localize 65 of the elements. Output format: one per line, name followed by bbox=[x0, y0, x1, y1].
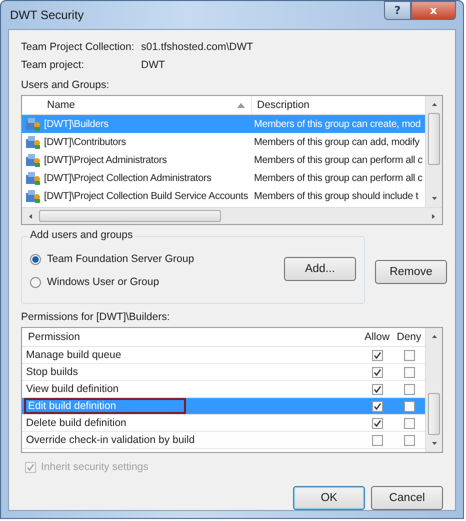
window-title: DWT Security bbox=[9, 8, 84, 22]
permission-name: Override check-in validation by build bbox=[25, 433, 196, 448]
permission-name: Delete build definition bbox=[25, 416, 128, 431]
scroll-up-icon[interactable] bbox=[432, 103, 437, 106]
remove-button[interactable]: Remove bbox=[375, 260, 447, 284]
group-icon bbox=[25, 189, 41, 203]
permission-row[interactable]: Delete build definition bbox=[22, 415, 425, 432]
permission-row[interactable]: Stop builds bbox=[22, 364, 425, 381]
scroll-thumb[interactable] bbox=[428, 393, 440, 435]
vertical-scrollbar[interactable] bbox=[425, 328, 442, 452]
permission-name: View build definition bbox=[25, 382, 120, 397]
deny-checkbox[interactable] bbox=[404, 366, 414, 378]
allow-checkbox[interactable] bbox=[372, 384, 382, 394]
group-icon bbox=[25, 171, 41, 185]
deny-checkbox[interactable] bbox=[404, 400, 414, 412]
scroll-right-icon[interactable] bbox=[432, 214, 435, 219]
permission-row[interactable]: Manage build queue bbox=[22, 347, 425, 364]
scroll-up-icon[interactable] bbox=[432, 335, 437, 338]
info-value: DWT bbox=[141, 59, 166, 71]
column-header: Permission bbox=[27, 330, 81, 345]
radio-option[interactable]: Team Foundation Server Group bbox=[30, 253, 194, 265]
add-button[interactable]: Add... bbox=[284, 257, 356, 281]
group-row[interactable]: [DWT]\Project Administrators Members of this group can perform all c bbox=[22, 151, 425, 169]
help-button[interactable]: ? bbox=[384, 1, 411, 20]
group-icon bbox=[25, 135, 41, 149]
group-icon bbox=[25, 117, 41, 131]
scroll-down-icon[interactable] bbox=[432, 442, 437, 445]
deny-checkbox[interactable] bbox=[404, 434, 414, 446]
scroll-thumb[interactable] bbox=[428, 113, 440, 165]
group-row[interactable]: [DWT]\Project Collection Administrators Members of this group can perform all c bbox=[22, 169, 425, 187]
column-header[interactable]: Name bbox=[22, 96, 252, 114]
radio-option[interactable]: Windows User or Group bbox=[30, 276, 194, 288]
allow-checkbox[interactable] bbox=[372, 350, 382, 360]
cancel-button[interactable]: Cancel bbox=[371, 486, 443, 510]
vertical-scrollbar[interactable] bbox=[425, 96, 442, 207]
sort-icon bbox=[237, 102, 245, 108]
checkbox-label: Inherit security settings bbox=[41, 461, 148, 473]
allow-checkbox[interactable] bbox=[372, 434, 382, 446]
allow-checkbox[interactable] bbox=[372, 366, 382, 378]
info-label: Team Project Collection: bbox=[21, 41, 136, 53]
group-row[interactable]: [DWT]\Contributors Members of this group can add, modify bbox=[22, 133, 425, 151]
group-row[interactable]: [DWT]\Project Collection Build Service Accounts Members of this group should include t bbox=[22, 187, 425, 205]
info-value: s01.tfshosted.com\DWT bbox=[141, 41, 254, 53]
column-header: Deny bbox=[396, 330, 422, 345]
column-header: Allow bbox=[363, 330, 391, 345]
group-title: Add users and groups bbox=[28, 229, 135, 241]
allow-checkbox[interactable] bbox=[372, 400, 382, 412]
section-label: Permissions for [DWT]\Builders: bbox=[21, 311, 171, 323]
horizontal-scrollbar[interactable] bbox=[22, 207, 442, 224]
scroll-down-icon[interactable] bbox=[432, 197, 437, 200]
group-icon bbox=[25, 153, 41, 167]
permission-row[interactable]: Override check-in validation by build bbox=[22, 432, 425, 449]
info-label: Team project: bbox=[21, 59, 86, 71]
ok-button[interactable]: OK bbox=[293, 486, 365, 510]
deny-checkbox[interactable] bbox=[404, 384, 414, 394]
section-label: Users and Groups: bbox=[21, 79, 110, 91]
deny-checkbox[interactable] bbox=[404, 418, 414, 428]
permission-name: Manage build queue bbox=[25, 348, 122, 363]
permission-name: Edit build definition bbox=[24, 398, 186, 414]
scroll-thumb[interactable] bbox=[39, 210, 221, 222]
deny-checkbox[interactable] bbox=[404, 350, 414, 360]
scroll-left-icon[interactable] bbox=[29, 214, 32, 219]
column-header[interactable]: Description bbox=[252, 96, 310, 114]
permission-name: Stop builds bbox=[25, 365, 79, 380]
allow-checkbox[interactable] bbox=[372, 418, 382, 428]
